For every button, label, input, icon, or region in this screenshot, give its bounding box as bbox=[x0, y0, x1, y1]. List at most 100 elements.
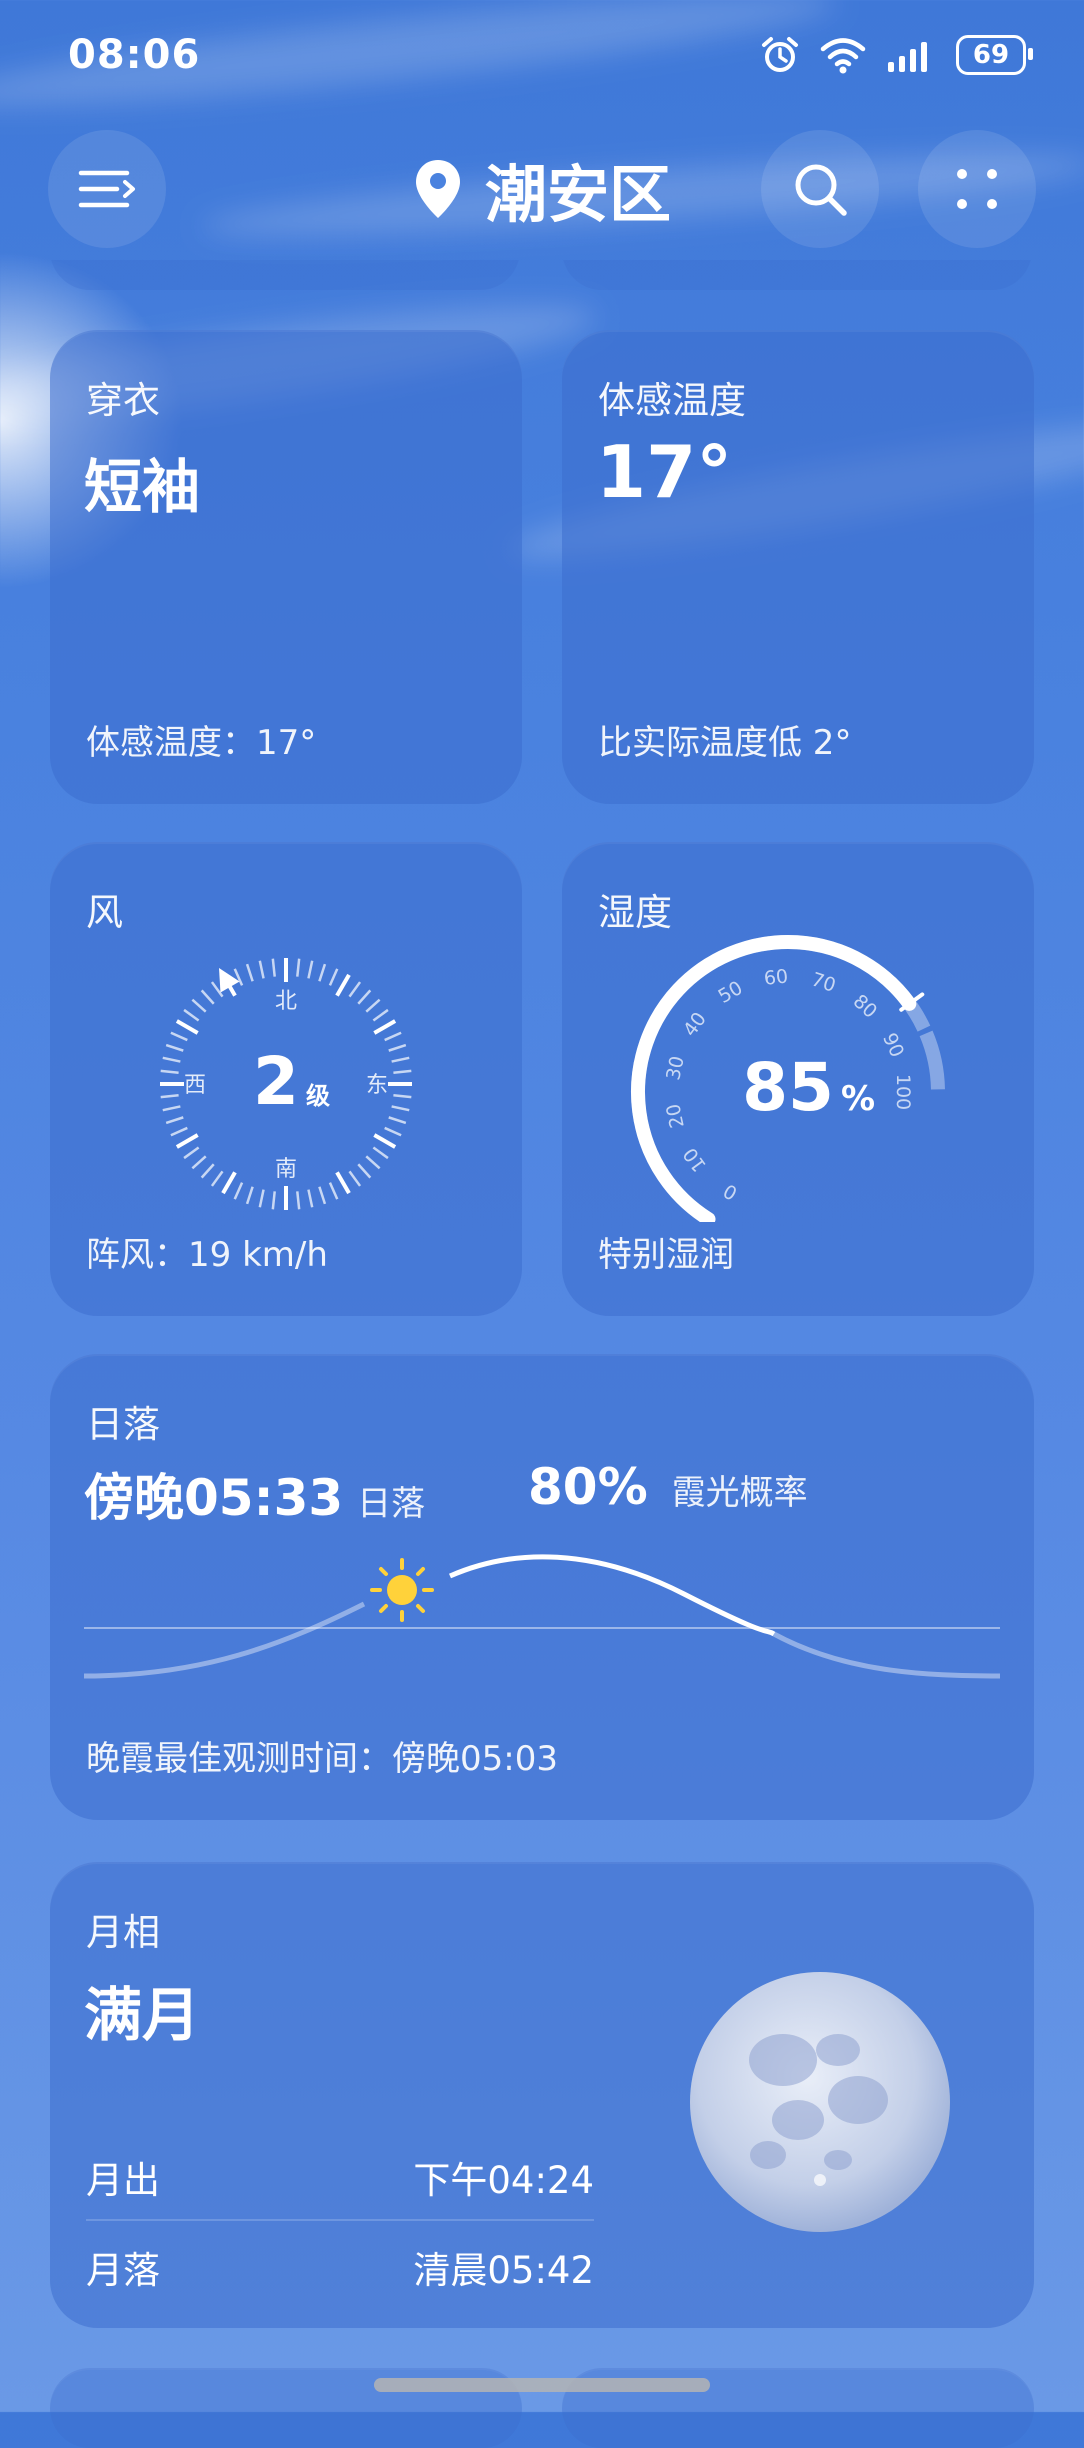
sunset-footer: 晚霞最佳观测时间：傍晚05:03 bbox=[86, 1739, 558, 1779]
compass-tick bbox=[191, 998, 207, 1013]
feels-like-title: 体感温度 bbox=[598, 379, 746, 422]
glow-label: 霞光概率 bbox=[671, 1473, 808, 1513]
moonset-label: 月落 bbox=[86, 2249, 160, 2292]
compass-tick bbox=[162, 1105, 181, 1112]
wind-title: 风 bbox=[86, 891, 123, 934]
full-moon-image bbox=[690, 1972, 950, 2232]
compass-north: 北 bbox=[275, 989, 297, 1014]
signal-icon bbox=[888, 42, 927, 72]
compass-tick bbox=[210, 1170, 224, 1187]
compass-tick bbox=[245, 1186, 254, 1205]
compass-tick bbox=[160, 1069, 179, 1074]
moon-phase: 满月 bbox=[84, 1981, 201, 2049]
gauge-tick-label: 0 bbox=[720, 1179, 741, 1204]
compass-tick bbox=[384, 1126, 402, 1137]
wind-gust: 阵风：19 km/h bbox=[86, 1235, 328, 1275]
moonrise-time: 下午04:24 bbox=[413, 2159, 594, 2202]
compass-tick bbox=[348, 981, 362, 998]
more-button[interactable] bbox=[918, 130, 1036, 248]
compass-tick bbox=[175, 1019, 199, 1035]
compass-tick bbox=[183, 1146, 200, 1160]
compass-tick bbox=[357, 1163, 372, 1179]
humidity-gauge: 0 10 20 30 4050 60 70 80 90 100 85 % bbox=[631, 935, 945, 1222]
compass-tick bbox=[318, 1186, 327, 1205]
feels-like-card[interactable]: 体感温度 17° 比实际温度低 2° bbox=[562, 330, 1034, 804]
compass-tick bbox=[328, 1182, 339, 1200]
sun-path-day bbox=[448, 1554, 776, 1637]
location-title[interactable]: 潮安区 bbox=[48, 144, 1036, 234]
moon-title: 月相 bbox=[86, 1911, 160, 1954]
alarm-icon bbox=[762, 37, 798, 72]
gauge-tick-label: 60 bbox=[763, 965, 789, 989]
compass-tick bbox=[391, 1056, 410, 1063]
sunset-time-label: 日落 bbox=[357, 1484, 426, 1524]
home-indicator[interactable] bbox=[374, 2378, 710, 2392]
glow-group: 80% 霞光概率 bbox=[528, 1458, 808, 1516]
compass-tick bbox=[357, 989, 372, 1005]
wind-level: 2 bbox=[253, 1043, 299, 1120]
compass-tick bbox=[373, 1019, 397, 1035]
compass-south: 南 bbox=[275, 1157, 297, 1182]
battery-level: 69 bbox=[972, 40, 1010, 70]
sunset-card[interactable]: 日落 傍晚05:33 日落 80% 霞光概率 晚霞最佳观测时间：傍晚05:03 bbox=[50, 1354, 1034, 1820]
sun-path-past bbox=[84, 1601, 366, 1679]
compass-tick bbox=[296, 1191, 301, 1210]
compass-tick bbox=[365, 998, 381, 1013]
compass-tick bbox=[365, 1155, 381, 1170]
clothing-value: 短袖 bbox=[84, 453, 201, 521]
sunset-time-group: 傍晚05:33 日落 bbox=[84, 1458, 425, 1530]
sunset-time: 傍晚05:33 bbox=[84, 1469, 344, 1527]
compass-tick bbox=[271, 1191, 276, 1210]
gauge-tick-label: 100 bbox=[892, 1074, 914, 1110]
sun-icon bbox=[370, 1558, 434, 1622]
humidity-card[interactable]: 湿度 0 10 20 30 40 50 60 70 80 90 100 85 % 特别湿润 bbox=[562, 842, 1034, 1316]
search-button[interactable] bbox=[761, 130, 879, 248]
compass-tick bbox=[162, 1056, 181, 1063]
status-bar: 08:06 69 bbox=[68, 30, 1033, 80]
compass-tick bbox=[183, 1008, 200, 1022]
wind-direction-arrow bbox=[219, 967, 240, 993]
compass-tick bbox=[170, 1031, 188, 1042]
top-bar: 潮安区 bbox=[48, 130, 1036, 248]
location-pin-icon bbox=[415, 160, 460, 218]
feels-like-footer: 比实际温度低 2° bbox=[598, 723, 852, 763]
compass-tick bbox=[175, 1133, 199, 1149]
compass-tick bbox=[372, 1146, 389, 1160]
moon-card[interactable]: 月相 满月 月出 下午04:24 月落 清晨05:42 bbox=[50, 1862, 1034, 2328]
gauge-tick-label: 30 bbox=[662, 1054, 689, 1082]
gauge-tick-label: 40 bbox=[679, 1008, 711, 1040]
moonset-row: 月落 清晨05:42 bbox=[86, 2240, 594, 2294]
battery-indicator: 69 bbox=[956, 35, 1033, 75]
gauge-tick-label: 10 bbox=[679, 1143, 711, 1175]
compass-tick bbox=[165, 1043, 184, 1052]
compass-tick bbox=[296, 958, 301, 977]
status-time: 08:06 bbox=[68, 32, 201, 78]
compass-tick bbox=[233, 1182, 244, 1200]
compass-tick bbox=[170, 1126, 188, 1137]
compass-tick bbox=[258, 1189, 265, 1208]
glow-probability: 80% bbox=[528, 1458, 648, 1516]
wind-card[interactable]: 风 北 南 西 东 2 级 阵风：19 km/h bbox=[50, 842, 522, 1316]
humidity-value: 85 bbox=[742, 1049, 834, 1126]
clothing-card[interactable]: 穿衣 短袖 体感温度：17° bbox=[50, 330, 522, 804]
compass-tick bbox=[388, 1116, 407, 1125]
more-dots-icon bbox=[957, 169, 997, 209]
compass-tick bbox=[393, 1069, 412, 1074]
compass-tick bbox=[245, 963, 254, 982]
compass-tick bbox=[318, 963, 327, 982]
sunset-title: 日落 bbox=[86, 1403, 160, 1446]
gauge-tick-label: 50 bbox=[715, 977, 747, 1008]
compass-tick bbox=[388, 1043, 407, 1052]
humidity-footer: 特别湿润 bbox=[598, 1235, 734, 1275]
compass-tick bbox=[391, 1105, 410, 1112]
compass-east: 东 bbox=[366, 1073, 388, 1098]
compass-tick bbox=[191, 1155, 207, 1170]
compass-tick bbox=[373, 1133, 397, 1149]
compass-tick bbox=[258, 960, 265, 979]
compass-tick bbox=[393, 1094, 412, 1099]
moonrise-label: 月出 bbox=[86, 2159, 160, 2202]
compass-tick bbox=[328, 968, 339, 986]
compass-tick bbox=[372, 1008, 389, 1022]
gauge-tick-label: 80 bbox=[849, 990, 882, 1023]
feels-like-value: 17° bbox=[596, 430, 733, 514]
